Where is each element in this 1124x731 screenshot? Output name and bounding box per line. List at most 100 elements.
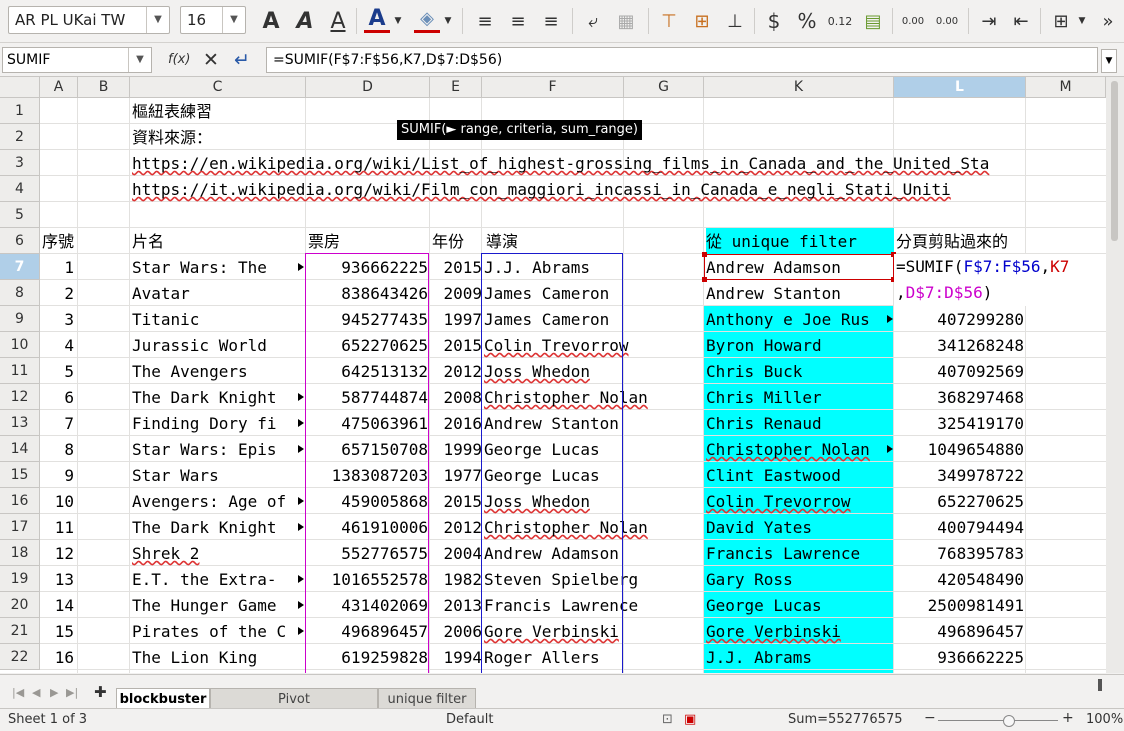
sum-result-cell[interactable]: 420548490 [896, 566, 1024, 592]
unique-director-cell[interactable]: Chris Buck [706, 358, 886, 384]
bold-icon[interactable]: A [258, 6, 284, 36]
toolbar-overflow-icon[interactable]: » [1098, 6, 1118, 36]
box-office-cell[interactable]: 838643426 [306, 280, 428, 306]
serial-cell[interactable]: 11 [42, 514, 74, 540]
film-title-cell[interactable]: Star Wars: Epis [132, 436, 298, 462]
row-header[interactable]: 16 [0, 488, 40, 514]
merge-cells-icon[interactable]: ▦ [613, 6, 639, 36]
film-title-cell[interactable]: The Hunger Game [132, 592, 298, 618]
zoom-slider[interactable] [938, 720, 1058, 721]
sum-result-cell[interactable]: 407092569 [896, 358, 1024, 384]
film-title-cell[interactable]: Star Wars: The [132, 254, 298, 280]
unique-director-cell[interactable]: Chris Renaud [706, 410, 886, 436]
serial-cell[interactable]: 5 [42, 358, 74, 384]
expand-formula-icon[interactable]: ▼ [1101, 49, 1117, 73]
film-title-cell[interactable]: The Lion King [132, 644, 298, 670]
column-header[interactable]: A [40, 77, 78, 98]
vertical-scrollbar[interactable] [1106, 77, 1124, 673]
year-cell[interactable]: 1977 [430, 462, 482, 488]
sum-result-cell[interactable]: 652270625 [896, 488, 1024, 514]
cell-edit-box[interactable]: =SUMIF(F$7:F$56,K7 ,D$7:D$56) [894, 254, 1106, 306]
unique-director-cell[interactable]: Byron Howard [706, 332, 886, 358]
film-title-cell[interactable]: Titanic [132, 306, 298, 332]
row-header[interactable]: 17 [0, 514, 40, 540]
director-cell[interactable]: James Cameron [484, 280, 674, 306]
formula-input[interactable]: =SUMIF(F$7:F$56,K7,D$7:D$56) [266, 47, 1098, 73]
header-cell[interactable]: 片名 [132, 228, 302, 254]
film-title-cell[interactable]: Avatar [132, 280, 298, 306]
align-middle-icon[interactable]: ⊞ [689, 6, 715, 36]
row-header[interactable]: 1 [0, 98, 40, 124]
title-cell[interactable]: 樞紐表練習 [132, 98, 392, 124]
serial-cell[interactable]: 14 [42, 592, 74, 618]
zoom-in-icon[interactable]: + [1062, 710, 1074, 726]
chevron-down-icon[interactable]: ▼ [392, 6, 404, 36]
font-color-icon[interactable]: A [364, 6, 390, 33]
film-title-cell[interactable]: Pirates of the C [132, 618, 298, 644]
number-format-button[interactable]: 0.12 [826, 6, 854, 36]
serial-cell[interactable]: 7 [42, 410, 74, 436]
chevron-down-icon[interactable]: ▼ [442, 6, 454, 36]
column-header[interactable]: E [430, 77, 482, 98]
page-style[interactable]: Default [446, 712, 494, 727]
insert-mode-icon[interactable]: ⊡ [662, 712, 673, 727]
director-cell[interactable]: Joss Whedon [484, 358, 674, 384]
sum-result-cell[interactable]: 768395783 [896, 540, 1024, 566]
box-office-cell[interactable]: 459005868 [306, 488, 428, 514]
director-cell[interactable]: Christopher Nolan [484, 384, 674, 410]
unique-director-cell[interactable]: Andrew Stanton [706, 280, 886, 306]
unique-director-cell[interactable]: Colin Trevorrow [706, 488, 886, 514]
selection-sum[interactable]: Sum=552776575 [788, 712, 903, 727]
add-sheet-icon[interactable]: ✚ [94, 683, 107, 701]
sum-result-cell[interactable]: 2500981491 [896, 592, 1024, 618]
box-office-cell[interactable]: 431402069 [306, 592, 428, 618]
row-header[interactable]: 13 [0, 410, 40, 436]
row-header[interactable]: 18 [0, 540, 40, 566]
film-title-cell[interactable]: The Avengers [132, 358, 298, 384]
box-office-cell[interactable]: 587744874 [306, 384, 428, 410]
box-office-cell[interactable]: 1383087203 [306, 462, 428, 488]
row-header[interactable]: 15 [0, 462, 40, 488]
next-sheet-icon[interactable]: ▶ [50, 686, 58, 699]
underline-icon[interactable]: A [325, 6, 351, 36]
director-cell[interactable]: Andrew Stanton [484, 410, 674, 436]
row-header[interactable]: 20 [0, 592, 40, 618]
director-cell[interactable]: Francis Lawrence [484, 592, 674, 618]
unique-director-cell[interactable]: J.J. Abrams [706, 644, 886, 670]
cancel-icon[interactable]: ✕ [203, 49, 219, 71]
unique-director-cell[interactable]: Gary Ross [706, 566, 886, 592]
unique-director-cell[interactable]: Anthony e Joe Rus [706, 306, 886, 332]
year-cell[interactable]: 2009 [430, 280, 482, 306]
column-header[interactable]: F [482, 77, 624, 98]
box-office-cell[interactable]: 1016552578 [306, 566, 428, 592]
prev-sheet-icon[interactable]: ◀ [32, 686, 40, 699]
align-bottom-icon[interactable]: ⊥ [722, 6, 748, 36]
column-header[interactable]: K [704, 77, 894, 98]
align-right-icon[interactable]: ≡ [538, 6, 564, 36]
row-header[interactable]: 2 [0, 124, 40, 150]
row-header[interactable]: 14 [0, 436, 40, 462]
year-cell[interactable]: 2015 [430, 332, 482, 358]
unique-director-cell[interactable]: Clint Eastwood [706, 462, 886, 488]
box-office-cell[interactable]: 496896457 [306, 618, 428, 644]
font-name-box[interactable]: AR PL UKai TW ▼ [8, 6, 170, 34]
year-cell[interactable]: 2006 [430, 618, 482, 644]
row-header[interactable]: 3 [0, 150, 40, 176]
row-header[interactable]: 10 [0, 332, 40, 358]
director-cell[interactable]: Andrew Adamson [484, 540, 674, 566]
sum-result-cell[interactable]: 407299280 [896, 306, 1024, 332]
year-cell[interactable]: 1999 [430, 436, 482, 462]
serial-cell[interactable]: 15 [42, 618, 74, 644]
year-cell[interactable]: 2008 [430, 384, 482, 410]
date-format-icon[interactable]: ▤ [860, 6, 886, 36]
director-cell[interactable]: J.J. Abrams [484, 254, 674, 280]
header-cell[interactable]: 導演 [486, 228, 622, 254]
row-header[interactable]: 12 [0, 384, 40, 410]
director-cell[interactable]: Gore Verbinski [484, 618, 674, 644]
delete-decimal-button[interactable]: 0.00 [932, 6, 962, 36]
column-header[interactable]: G [624, 77, 704, 98]
function-wizard-button[interactable]: f(x) [168, 52, 190, 74]
header-cell[interactable]: 年份 [432, 228, 482, 254]
sheet-tab-unique-filter[interactable]: unique filter [378, 688, 476, 709]
year-cell[interactable]: 2004 [430, 540, 482, 566]
